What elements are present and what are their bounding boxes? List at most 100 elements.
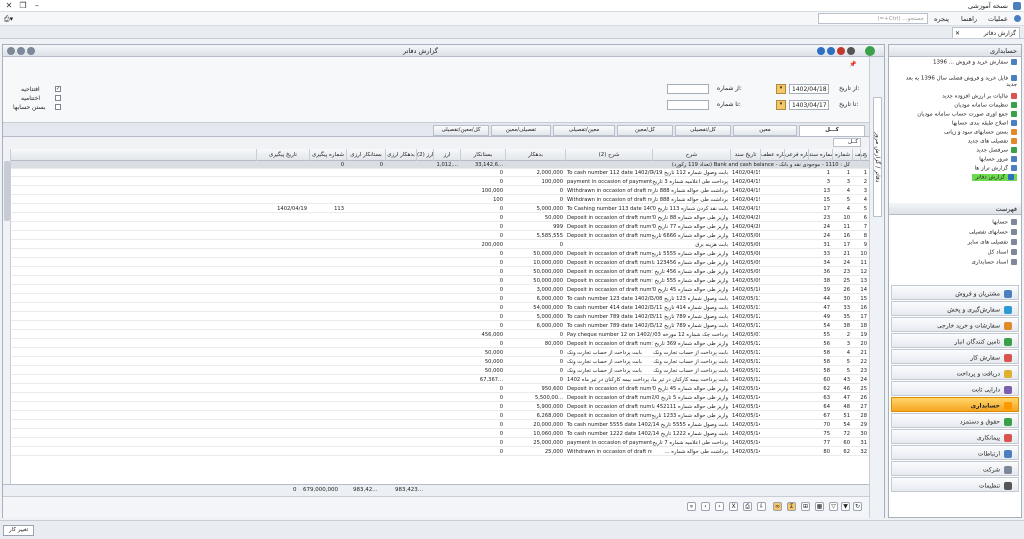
vertical-scrollbar[interactable] <box>3 149 11 484</box>
module-button[interactable]: حقوق و دستمزد <box>891 413 1019 428</box>
group-icon[interactable]: ⊞ <box>801 502 810 511</box>
columns-icon[interactable]: ▦ <box>815 502 824 511</box>
tree-item[interactable]: اصلاح طبقه بندی حسابها <box>899 120 1017 127</box>
closing-checkbox[interactable] <box>55 95 61 101</box>
search-input[interactable]: جستجو... (Ctrl+=) <box>818 13 928 24</box>
filter-clear-icon[interactable]: ▽ <box>829 502 838 511</box>
tree-item[interactable]: مالیات بر ارزش افزوده جدید <box>899 93 1017 100</box>
tab-total-subsidiary[interactable]: کل/معین <box>617 125 673 136</box>
table-row[interactable]: 28 51 67 1402/05/14 واریز طی حواله شماره 123… <box>11 412 869 420</box>
column-header-fx[interactable]: ارز <box>433 149 460 161</box>
table-row[interactable]: 18 38 54 1402/05/12 بابت وصول شماره 789 تاری… <box>11 322 869 330</box>
table-row[interactable]: 27 48 64 1402/05/14 واریز طی حواله شماره 452… <box>11 403 869 411</box>
restore-window-button[interactable]: ❐ <box>16 1 30 11</box>
next-page-icon[interactable]: › <box>715 502 724 511</box>
group-breadcrumb[interactable]: کــل <box>833 138 861 147</box>
table-row[interactable]: 9 17 31 1402/05/08 بابت هزینه برق 0 200,000 <box>11 241 869 249</box>
table-row[interactable]: 11 24 34 1402/05/09 واریز طی حواله شماره 123… <box>11 259 869 267</box>
tab-detail-subsidiary[interactable]: تفصیلی/معین <box>491 125 551 136</box>
table-row[interactable]: 1 1 1 1402/04/19 بابت وصول شماره 112 تاریخ 1… <box>11 169 869 177</box>
tree-item[interactable]: جمع آوری صورت حساب سامانه مودیان <box>899 111 1017 118</box>
column-header-credit[interactable]: بستانکار <box>460 149 505 161</box>
tree-item[interactable]: مرور حسابها <box>899 156 1017 163</box>
module-button[interactable]: دارایی ثابت <box>891 381 1019 396</box>
close-icon[interactable]: ✕ <box>955 30 960 37</box>
table-row[interactable]: 32 62 80 1402/05/14 برداشت طی حواله شماره ..… <box>11 448 869 456</box>
table-row[interactable]: 4 5 15 1402/04/19 برداشت طی حواله شماره 888 … <box>11 196 869 204</box>
menu-operations[interactable]: عملیات <box>988 15 1008 23</box>
list-item[interactable]: حسابهای تفصیلی <box>899 229 1017 236</box>
tree-item[interactable]: تنظیمات سامانه مودیان <box>899 102 1017 109</box>
minimize-window-button[interactable]: – <box>30 1 44 11</box>
module-button[interactable]: سفارش‌گیری و پخش <box>891 301 1019 316</box>
column-header-fx-2[interactable]: ارز (2) <box>416 149 433 161</box>
tab-subsidiary[interactable]: معین <box>733 125 797 136</box>
module-button[interactable]: ارتباطات <box>891 445 1019 460</box>
column-header-fx-debit[interactable]: بدهکار ارزی <box>385 149 416 161</box>
tab-ledger-report[interactable]: ✕ گزارش دفاتر <box>952 27 1020 38</box>
tree-item[interactable]: فایل خرید و فروش فصلی سال 1396 به بعد جد… <box>899 75 1017 89</box>
module-button[interactable]: تنظیمات <box>891 477 1019 492</box>
column-header-fx-credit[interactable]: بستانکار ارزی <box>346 149 385 161</box>
column-header-debit[interactable]: بدهکار <box>505 149 565 161</box>
print-icon[interactable]: ⎙ <box>743 502 752 511</box>
tab-total-detail[interactable]: کل/تفصیلی <box>675 125 731 136</box>
opening-checkbox[interactable]: ✓ <box>55 86 61 92</box>
maximize-icon[interactable] <box>17 47 25 55</box>
tree-item[interactable]: تفصیلی های جدید <box>899 138 1017 145</box>
help-icon[interactable] <box>847 47 855 55</box>
filter-icon[interactable]: ▼ <box>841 502 850 511</box>
module-button[interactable]: شرکت <box>891 461 1019 476</box>
table-row[interactable]: 29 54 70 1402/05/14 بابت وصول شماره 5555 تار… <box>11 421 869 429</box>
table-row[interactable]: 22 5 58 1402/05/12 بابت پرداخت از حساب تجارت… <box>11 358 869 366</box>
module-button[interactable]: حسابداری <box>891 397 1019 412</box>
list-item[interactable]: اسناد حسابداری <box>899 259 1017 266</box>
column-header-tracking-number[interactable]: شماره پیگیری <box>309 149 346 161</box>
table-row[interactable]: 8 16 24 1402/05/08 واریز طی حواله شماره 6666… <box>11 232 869 240</box>
module-button[interactable]: مشتریان و فروش <box>891 285 1019 300</box>
column-header-tracking-date[interactable]: تاریخ پیگیری <box>256 149 309 161</box>
to-date-input[interactable]: 1403/04/17 <box>789 100 829 110</box>
column-header-sub-number[interactable]: شماره فرعی <box>784 149 808 161</box>
table-row[interactable]: 12 23 36 1402/05/09 واریز طی حواله شماره 456… <box>11 268 869 276</box>
table-row[interactable]: 21 4 58 1402/05/12 بابت پرداخت از حساب تجارت… <box>11 349 869 357</box>
export-icon[interactable]: ⇩ <box>757 502 766 511</box>
table-row[interactable]: 5 4 17 1402/04/19 بابت نقد کردن شماره 113 تا… <box>11 205 869 213</box>
close-window-button[interactable]: ✕ <box>2 1 16 11</box>
tab-total[interactable]: کـــل <box>799 125 865 136</box>
tree-item-selected[interactable]: گزارش دفاتر <box>972 174 1017 181</box>
table-row[interactable]: 23 5 58 1402/05/12 بابت پرداخت از حساب تجارت… <box>11 367 869 375</box>
column-header-ref-number[interactable]: شماره عطف <box>760 149 784 161</box>
from-number-input[interactable] <box>667 84 709 94</box>
module-button[interactable]: سفارشات و خرید خارجی <box>891 317 1019 332</box>
table-row[interactable]: 13 25 38 1402/05/09 واریز طی حواله شماره 555… <box>11 277 869 285</box>
table-row[interactable]: 17 35 49 1402/05/12 بابت وصول شماره 789 تاری… <box>11 313 869 321</box>
tree-item[interactable]: سفارش خرید و فروش ... 1396 <box>899 59 1017 73</box>
module-button[interactable]: سفارش کار <box>891 349 1019 364</box>
table-row[interactable]: 7 11 24 1402/04/20 واریز طی حواله شماره 77 ت… <box>11 223 869 231</box>
module-button[interactable]: تامین کنندگان انبار <box>891 333 1019 348</box>
menu-help[interactable]: راهنما <box>961 15 977 23</box>
sum-icon[interactable]: Σ <box>787 502 796 511</box>
favorite-icon[interactable] <box>837 47 845 55</box>
menu-window[interactable]: پنجره <box>934 15 949 23</box>
menu-app-icon[interactable] <box>1014 15 1021 22</box>
from-date-input[interactable]: 1402/04/18 <box>789 84 829 94</box>
excel-icon[interactable]: X <box>729 502 738 511</box>
link-icon[interactable]: ∞ <box>773 502 782 511</box>
table-row[interactable]: 30 72 75 1402/05/14 بابت وصول شماره 1222 تار… <box>11 430 869 438</box>
list-item[interactable]: اسناد کل <box>899 249 1017 256</box>
table-row[interactable]: 19 2 55 1402/05/01 پرداخت چک شماره 12 مورخه … <box>11 331 869 339</box>
column-header-description[interactable]: شرح <box>652 149 730 161</box>
table-row[interactable]: 2 3 3 1402/04/19 پرداخت طی اعلامیه شماره 3 ت… <box>11 178 869 186</box>
table-row[interactable]: 31 60 77 1402/05/14 پرداخت طی اعلامیه شماره … <box>11 439 869 447</box>
refresh-icon[interactable] <box>827 47 835 55</box>
column-header-doc-date[interactable]: تاریخ سند <box>730 149 760 161</box>
close-icon[interactable] <box>7 47 15 55</box>
table-row[interactable]: 25 46 62 1402/05/14 واریز طی حواله شماره 45 … <box>11 385 869 393</box>
change-task-button[interactable]: تغییر کار <box>3 525 35 536</box>
settings-icon[interactable] <box>817 47 825 55</box>
table-row[interactable]: 10 21 33 1402/05/08 واریز طی حواله شماره 555… <box>11 250 869 258</box>
prev-page-icon[interactable]: ‹ <box>701 502 710 511</box>
list-item[interactable]: تفصیلی های سایر <box>899 239 1017 246</box>
